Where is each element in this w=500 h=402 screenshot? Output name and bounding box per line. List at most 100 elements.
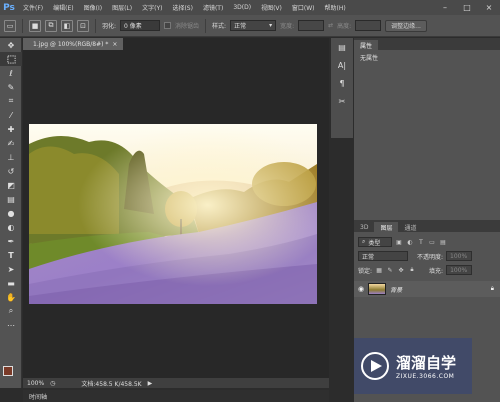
eyedropper-tool-icon[interactable]: ⁄ [0, 108, 22, 122]
menu-view[interactable]: 视图(V) [256, 3, 287, 12]
type-filter-icon[interactable]: T [417, 238, 425, 246]
refine-edge-button[interactable]: 调整边缘... [385, 19, 427, 32]
chevron-down-icon: ▾ [269, 22, 273, 29]
pen-tool-icon[interactable]: ✒ [0, 234, 22, 248]
antialias-checkbox[interactable] [164, 22, 172, 29]
character-panel-icon[interactable]: A| [331, 56, 353, 74]
menu-type[interactable]: 文字(Y) [137, 3, 167, 12]
adjustment-filter-icon[interactable]: ◐ [406, 238, 414, 246]
hand-tool-icon[interactable]: ✋ [0, 290, 22, 304]
intersect-selection-icon[interactable]: ⊡ [77, 19, 89, 32]
menu-window[interactable]: 窗口(W) [287, 3, 320, 12]
swap-icon[interactable]: ⇄ [328, 22, 333, 29]
width-input[interactable] [298, 20, 325, 31]
tab-channels[interactable]: 通道 [398, 222, 422, 232]
search-icon: ⌕ [362, 238, 366, 245]
play-logo-icon [361, 352, 389, 380]
layer-filter-value: 类型 [368, 239, 381, 247]
zoom-level[interactable]: 100% [27, 380, 44, 387]
zoom-tool-icon[interactable]: ⌕ [0, 304, 22, 318]
dodge-tool-icon[interactable]: ◐ [0, 220, 22, 234]
minimize-button[interactable]: – [434, 1, 456, 14]
menu-help[interactable]: 帮助(H) [320, 3, 351, 12]
shape-tool-icon[interactable]: ▬ [0, 276, 22, 290]
properties-panel: 属性 无属性 [354, 38, 500, 220]
type-tool-icon[interactable]: T [0, 248, 22, 262]
eraser-tool-icon[interactable]: ◩ [0, 178, 22, 192]
height-input[interactable] [355, 20, 382, 31]
status-menu-arrow-icon[interactable]: ▶ [148, 380, 153, 387]
clone-stamp-tool-icon[interactable]: ⊥ [0, 150, 22, 164]
layer-row-background[interactable]: ◉ 背景 🔒︎ [354, 281, 500, 297]
history-panel-icon[interactable]: ▤ [331, 38, 353, 56]
photoshop-window: Ps 文件(F) 编辑(E) 图像(I) 图层(L) 文字(Y) 选择(S) 滤… [0, 0, 500, 402]
lock-pixels-icon[interactable]: ✎ [386, 266, 394, 274]
brush-tool-icon[interactable]: ✍ [0, 136, 22, 150]
separator [95, 18, 96, 33]
timeline-tab-label: 时间轴 [29, 393, 48, 401]
document-status-bar: 100% ◷ 文档:458.5 K/458.5K ▶ [23, 378, 329, 388]
new-selection-icon[interactable]: ■ [29, 19, 41, 32]
paragraph-panel-icon[interactable]: ¶ [331, 74, 353, 92]
lock-row: 锁定: ▦ ✎ ✥ 🔒︎ 填充: 100% [354, 263, 500, 277]
menu-filter[interactable]: 滤镜(T) [198, 3, 228, 12]
visibility-eye-icon[interactable]: ◉ [358, 285, 364, 293]
menu-3d[interactable]: 3D(D) [228, 4, 256, 11]
rect-marquee-preset-icon[interactable]: ▭ [4, 19, 16, 32]
layer-filter-row: ⌕ 类型 ▣ ◐ T ▭ ▤ [354, 235, 500, 249]
lock-position-icon[interactable]: ✥ [397, 266, 405, 274]
style-value: 正常 [234, 23, 247, 30]
feather-input[interactable]: 0 像素 [120, 20, 161, 31]
fill-label: 填充: [429, 267, 444, 275]
add-selection-icon[interactable]: ⧉ [45, 19, 57, 32]
rect-marquee-tool-icon[interactable] [0, 52, 22, 66]
tab-layers[interactable]: 图层 [374, 222, 399, 232]
close-tab-icon[interactable]: × [112, 41, 117, 48]
opacity-input[interactable]: 100% [446, 251, 473, 261]
layer-lock-icon: 🔒︎ [490, 285, 494, 292]
layers-tabbar: 3D 图层 通道 [354, 220, 500, 232]
watermark-url: ZIXUE.3066.COM [396, 373, 455, 380]
blend-mode-value: 正常 [362, 253, 375, 261]
menu-file[interactable]: 文件(F) [18, 3, 48, 12]
tool-presets-icon[interactable]: ✂ [331, 92, 353, 110]
menu-image[interactable]: 图像(I) [79, 3, 107, 12]
antialias-label: 消除锯齿 [175, 23, 200, 30]
tab-properties[interactable]: 属性 [354, 40, 379, 50]
fill-input[interactable]: 100% [446, 265, 473, 275]
status-info-icon[interactable]: ◷ [50, 380, 55, 387]
healing-brush-tool-icon[interactable]: ✚ [0, 122, 22, 136]
move-tool-icon[interactable]: ✥ [0, 38, 22, 52]
pixel-filter-icon[interactable]: ▣ [395, 238, 403, 246]
blend-mode-select[interactable]: 正常 [358, 251, 408, 261]
lock-transparency-icon[interactable]: ▦ [375, 266, 383, 274]
foreground-color-swatch[interactable] [3, 366, 13, 376]
layer-filter-select[interactable]: ⌕ 类型 [358, 237, 392, 247]
menu-edit[interactable]: 编辑(E) [48, 3, 78, 12]
gradient-tool-icon[interactable]: ▤ [0, 192, 22, 206]
menu-bar: Ps 文件(F) 编辑(E) 图像(I) 图层(L) 文字(Y) 选择(S) 滤… [0, 0, 500, 15]
menu-select[interactable]: 选择(S) [167, 3, 198, 12]
close-button[interactable]: × [478, 1, 500, 14]
more-tools-icon[interactable]: ⋯ [0, 318, 22, 332]
history-brush-tool-icon[interactable]: ↺ [0, 164, 22, 178]
maximize-button[interactable]: □ [456, 1, 478, 14]
smart-object-filter-icon[interactable]: ▤ [439, 238, 447, 246]
lock-all-icon[interactable]: 🔒︎ [408, 266, 416, 274]
document-tab-title: 1.jpg @ 100%(RGB/8#) * [33, 40, 109, 48]
watermark-logo: 溜溜自学 ZIXUE.3066.COM [354, 338, 472, 394]
document-tab[interactable]: 1.jpg @ 100%(RGB/8#) * × [23, 38, 123, 50]
subtract-selection-icon[interactable]: ◧ [61, 19, 73, 32]
quick-select-tool-icon[interactable]: ✎ [0, 80, 22, 94]
canvas-image[interactable] [29, 124, 317, 304]
path-select-tool-icon[interactable]: ➤ [0, 262, 22, 276]
tab-3d[interactable]: 3D [354, 222, 374, 232]
shape-filter-icon[interactable]: ▭ [428, 238, 436, 246]
timeline-panel-tab[interactable]: 时间轴 [23, 390, 329, 402]
style-label: 样式: [212, 23, 227, 30]
blur-tool-icon[interactable]: ● [0, 206, 22, 220]
lasso-tool-icon[interactable]: ℓ [0, 66, 22, 80]
crop-tool-icon[interactable]: ⌗ [0, 94, 22, 108]
style-select[interactable]: 正常 ▾ [230, 20, 277, 31]
menu-layer[interactable]: 图层(L) [107, 3, 137, 12]
